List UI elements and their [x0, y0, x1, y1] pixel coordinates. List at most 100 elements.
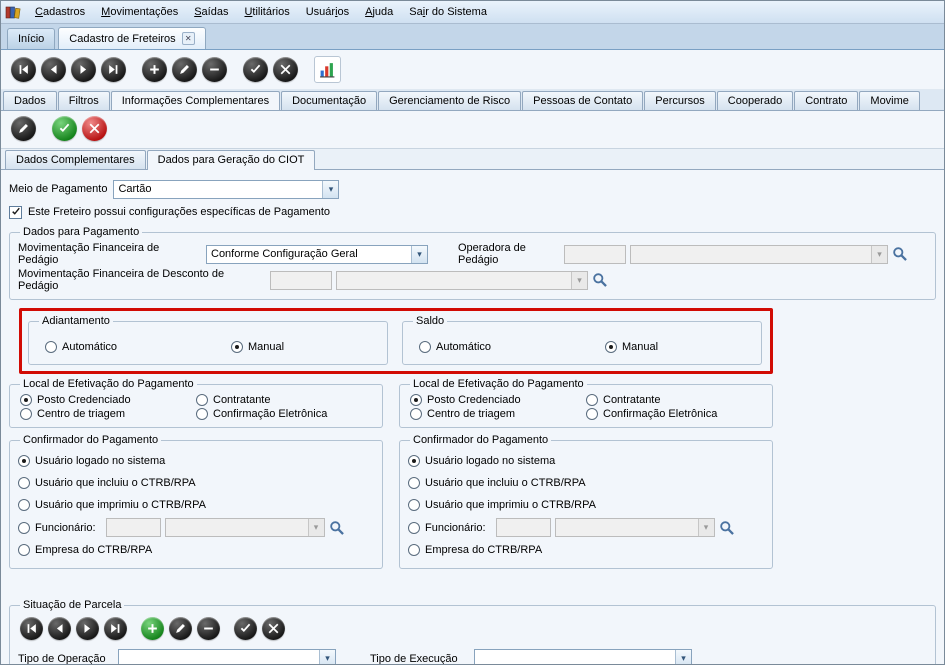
document-tab-cadastro-de-freteiros[interactable]: Cadastro de Freteiros✕ — [58, 27, 205, 49]
tab-informacoes-complementares[interactable]: Informações Complementares — [111, 91, 280, 111]
search-icon[interactable] — [329, 520, 345, 536]
next-button[interactable] — [71, 57, 96, 82]
first-button[interactable] — [20, 617, 43, 640]
mov-desconto-combo[interactable]: ▾ — [336, 271, 588, 290]
situacao-parcela-group: Situação de Parcela Tipo de Operação ▾ T… — [9, 599, 936, 665]
radio-confirmacao-eletronica[interactable]: Confirmação Eletrônica — [586, 408, 756, 420]
radio-funcionario[interactable]: Funcionário: — [18, 522, 96, 534]
tab-filtros[interactable]: Filtros — [58, 91, 110, 110]
menu-item-cadastros[interactable]: Cadastros — [27, 2, 93, 22]
radio-usuario-que-incluiu-o-ctrb-rpa[interactable]: Usuário que incluiu o CTRB/RPA — [18, 477, 196, 489]
close-icon[interactable]: ✕ — [182, 32, 195, 45]
radio-confirmacao-eletronica[interactable]: Confirmação Eletrônica — [196, 408, 366, 420]
search-icon[interactable] — [592, 272, 608, 288]
cancel-button[interactable] — [273, 57, 298, 82]
funcionario-code-input[interactable] — [106, 518, 161, 537]
next-icon — [77, 63, 90, 76]
prev-icon — [47, 63, 60, 76]
config-especifica-checkbox[interactable] — [9, 206, 22, 219]
document-tab-inicio[interactable]: Início — [7, 28, 55, 49]
tab-documentacao[interactable]: Documentação — [281, 91, 377, 110]
chart-button[interactable] — [314, 56, 341, 83]
tipo-operacao-combo[interactable]: ▾ — [118, 649, 336, 665]
remove-icon — [202, 622, 215, 635]
tab-pessoas-de-contato[interactable]: Pessoas de Contato — [522, 91, 643, 110]
prev-button[interactable] — [41, 57, 66, 82]
radio-contratante[interactable]: Contratante — [196, 394, 366, 406]
radio-usuario-que-incluiu-o-ctrb-rpa[interactable]: Usuário que incluiu o CTRB/RPA — [408, 477, 586, 489]
radio-automatico[interactable]: Automático — [45, 341, 223, 353]
first-button[interactable] — [11, 57, 36, 82]
funcionario-code-input[interactable] — [496, 518, 551, 537]
confirm-button[interactable] — [52, 116, 77, 141]
radio-usuario-logado-no-sistema[interactable]: Usuário logado no sistema — [18, 455, 165, 467]
remove-button[interactable] — [197, 617, 220, 640]
add-button[interactable] — [142, 57, 167, 82]
search-icon[interactable] — [892, 246, 908, 262]
menu-item-ajuda[interactable]: Ajuda — [357, 2, 401, 22]
radio-manual[interactable]: Manual — [605, 341, 743, 353]
radio-icon — [18, 544, 30, 556]
last-icon — [109, 622, 122, 635]
funcionario-combo[interactable]: ▾ — [555, 518, 715, 537]
menu-item-usuarios[interactable]: Usuários — [298, 2, 357, 22]
mov-desconto-code-input[interactable] — [270, 271, 332, 290]
operadora-combo[interactable]: ▾ — [630, 245, 888, 264]
radio-automatico[interactable]: Automático — [419, 341, 597, 353]
radio-label: Usuário que imprimiu o CTRB/RPA — [425, 499, 596, 511]
last-button[interactable] — [101, 57, 126, 82]
add-button[interactable] — [141, 617, 164, 640]
radio-empresa-do-ctrb-rpa[interactable]: Empresa do CTRB/RPA — [408, 544, 542, 556]
next-button[interactable] — [76, 617, 99, 640]
radio-centro-de-triagem[interactable]: Centro de triagem — [20, 408, 188, 420]
subtab-dados-complementares[interactable]: Dados Complementares — [5, 150, 146, 169]
radio-icon — [408, 455, 420, 467]
edit-button[interactable] — [169, 617, 192, 640]
tab-movime[interactable]: Movime — [859, 91, 920, 110]
mov-pedagio-label: Movimentação Financeira de Pedágio — [18, 242, 200, 266]
operadora-code-input[interactable] — [564, 245, 626, 264]
radio-posto-credenciado[interactable]: Posto Credenciado — [20, 394, 188, 406]
radio-label: Usuário que incluiu o CTRB/RPA — [35, 477, 196, 489]
confirm-icon — [58, 122, 71, 135]
funcionario-combo[interactable]: ▾ — [165, 518, 325, 537]
radio-contratante[interactable]: Contratante — [586, 394, 756, 406]
menu-item-saidas[interactable]: Saídas — [186, 2, 236, 22]
subtab-dados-para-geracao-do-ciot[interactable]: Dados para Geração do CIOT — [147, 150, 316, 170]
edit-button[interactable] — [172, 57, 197, 82]
radio-manual[interactable]: Manual — [231, 341, 369, 353]
app-window: CadastrosMovimentaçõesSaídasUtilitáriosU… — [0, 0, 945, 665]
tab-cooperado[interactable]: Cooperado — [717, 91, 793, 110]
mov-pedagio-combo[interactable]: Conforme Configuração Geral ▾ — [206, 245, 428, 264]
menu-item-sair-do-sistema[interactable]: Sair do Sistema — [401, 2, 495, 22]
menu-item-movimentacoes[interactable]: Movimentações — [93, 2, 186, 22]
radio-icon — [20, 394, 32, 406]
tab-contrato[interactable]: Contrato — [794, 91, 858, 110]
confirm-icon — [249, 63, 262, 76]
radio-empresa-do-ctrb-rpa[interactable]: Empresa do CTRB/RPA — [18, 544, 152, 556]
edit-button[interactable] — [11, 116, 36, 141]
cancel-button[interactable] — [82, 116, 107, 141]
remove-button[interactable] — [202, 57, 227, 82]
tab-percursos[interactable]: Percursos — [644, 91, 716, 110]
radio-usuario-que-imprimiu-o-ctrb-rpa[interactable]: Usuário que imprimiu o CTRB/RPA — [18, 499, 206, 511]
chevron-down-icon: ▾ — [322, 181, 338, 198]
prev-button[interactable] — [48, 617, 71, 640]
radio-centro-de-triagem[interactable]: Centro de triagem — [410, 408, 578, 420]
radio-usuario-que-imprimiu-o-ctrb-rpa[interactable]: Usuário que imprimiu o CTRB/RPA — [408, 499, 596, 511]
tab-dados[interactable]: Dados — [3, 91, 57, 110]
radio-label: Usuário que imprimiu o CTRB/RPA — [35, 499, 206, 511]
tipo-execucao-combo[interactable]: ▾ — [474, 649, 692, 665]
search-icon[interactable] — [719, 520, 735, 536]
meio-pagamento-combo[interactable]: Cartão ▾ — [113, 180, 339, 199]
radio-usuario-logado-no-sistema[interactable]: Usuário logado no sistema — [408, 455, 555, 467]
confirm-button[interactable] — [243, 57, 268, 82]
tab-gerenciamento-de-risco[interactable]: Gerenciamento de Risco — [378, 91, 521, 110]
last-button[interactable] — [104, 617, 127, 640]
confirm-button[interactable] — [234, 617, 257, 640]
radio-funcionario[interactable]: Funcionário: — [408, 522, 486, 534]
menu-item-utilitarios[interactable]: Utilitários — [236, 2, 297, 22]
cancel-button[interactable] — [262, 617, 285, 640]
tipo-execucao-label: Tipo de Execução — [370, 653, 474, 665]
radio-posto-credenciado[interactable]: Posto Credenciado — [410, 394, 578, 406]
